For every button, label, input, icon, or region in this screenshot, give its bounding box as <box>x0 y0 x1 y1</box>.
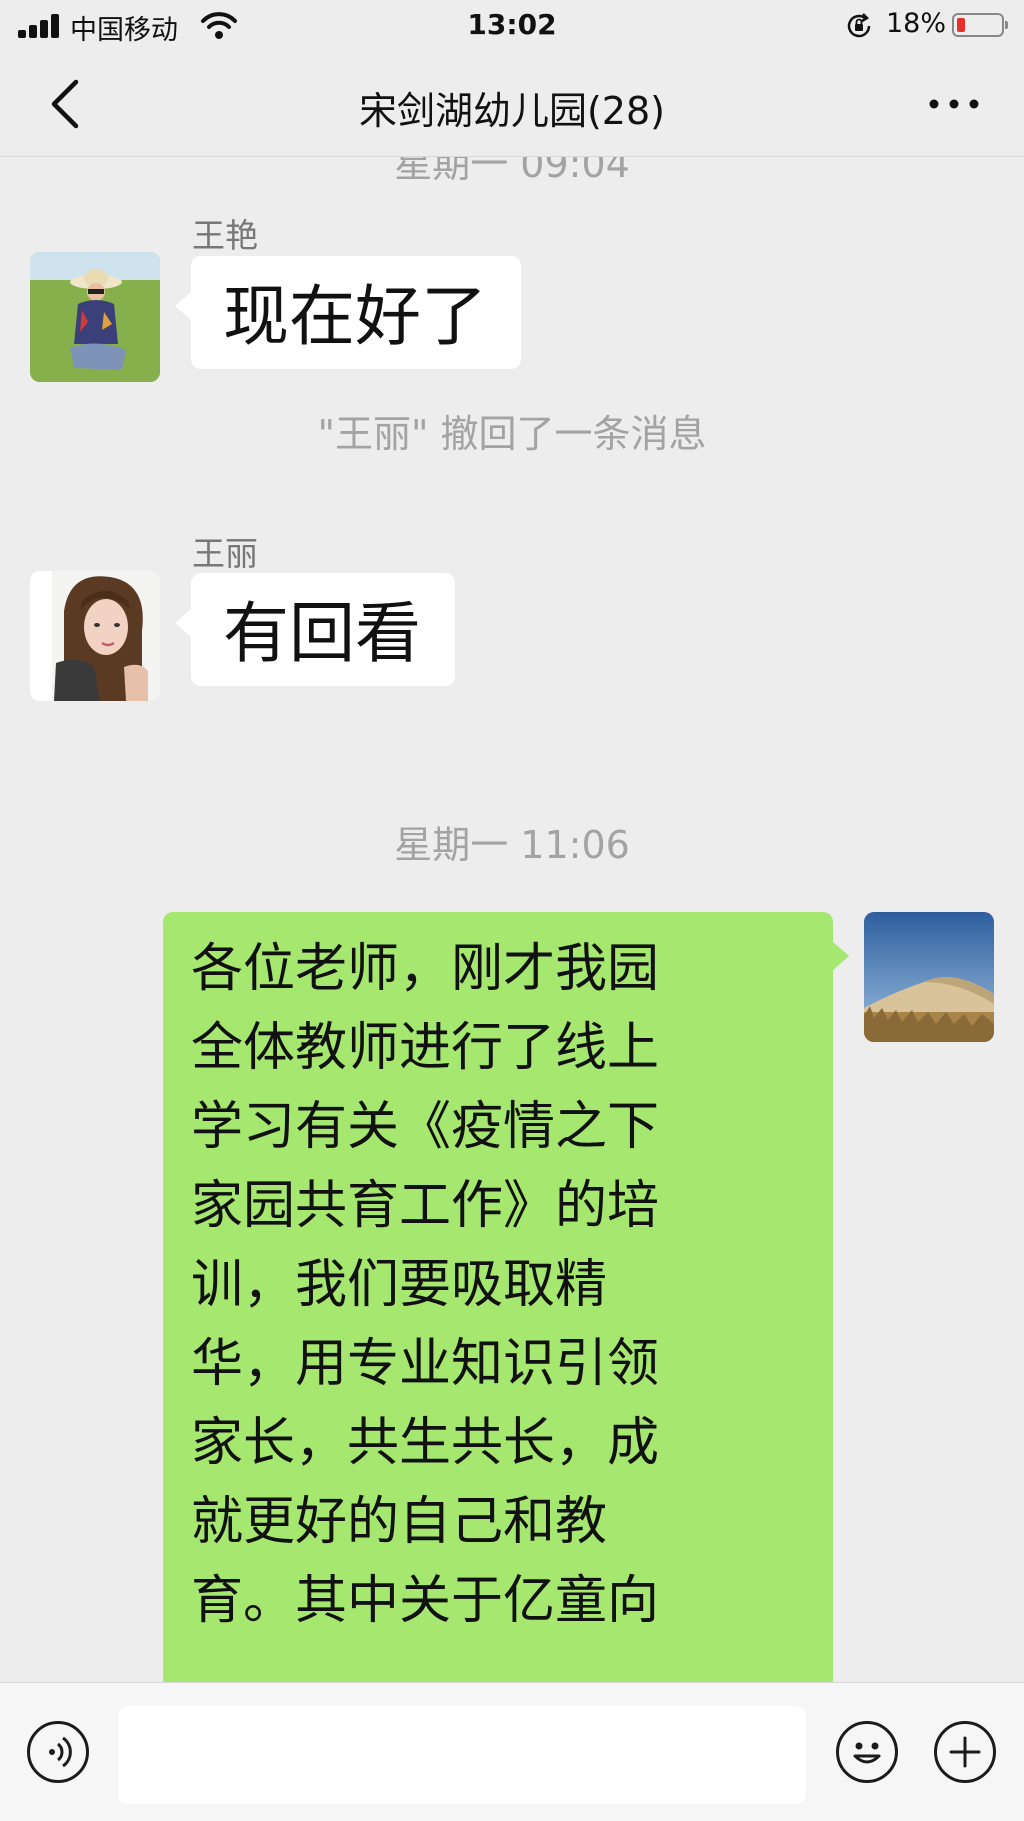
chat-header: 宋剑湖幼儿园(28) <box>0 52 1024 157</box>
battery-percent: 18% <box>886 8 947 39</box>
emoji-icon[interactable] <box>836 1721 898 1783</box>
message-line: 育。其中关于亿童向 <box>191 1571 660 1631</box>
message-line: 就更好的自己和教 <box>191 1492 608 1552</box>
rotation-lock-icon <box>847 13 871 38</box>
message-bubble[interactable]: 有回看 <box>175 573 455 686</box>
sender-name: 王艳 <box>192 216 258 255</box>
chat-title: 宋剑湖幼儿园(28) <box>358 89 665 133</box>
message-bubble[interactable]: 现在好了 <box>175 256 521 369</box>
timestamp: 星期一 09:04 <box>394 157 630 186</box>
my-message-bubble[interactable]: 各位老师，刚才我园 全体教师进行了线上 学习有关《疫情之下 家园共育工作》的培 … <box>163 912 849 1682</box>
message-line: 学习有关《疫情之下 <box>191 1097 660 1157</box>
message-line: 各位老师，刚才我园 <box>191 939 660 999</box>
input-bar <box>0 1682 1024 1821</box>
avatar[interactable] <box>30 252 160 382</box>
message-line: 家长，共生共长，成 <box>191 1413 660 1473</box>
voice-icon[interactable] <box>27 1721 89 1783</box>
battery-level <box>957 18 965 32</box>
message-line: 家园共育工作》的培 <box>191 1176 660 1236</box>
more-dots-icon[interactable] <box>924 86 984 122</box>
message-list[interactable]: 星期一 09:04 王艳 现在好了 "王丽" 撤回了一条消息 王丽 有回看 星期… <box>0 157 1024 1682</box>
timestamp: 星期一 11:06 <box>394 823 630 867</box>
message-line: 训，我们要吸取精 <box>191 1255 608 1315</box>
plus-icon[interactable] <box>934 1721 996 1783</box>
message-input[interactable] <box>118 1706 806 1804</box>
message-line: 全体教师进行了线上 <box>191 1018 660 1078</box>
sender-name: 王丽 <box>192 534 258 573</box>
battery-icon <box>952 13 1008 37</box>
recall-notice: "王丽" 撤回了一条消息 <box>317 412 707 456</box>
avatar[interactable] <box>30 571 160 701</box>
my-avatar[interactable] <box>864 912 994 1042</box>
message-line: 华，用专业知识引领 <box>191 1334 660 1394</box>
status-bar: 中国移动 13:02 18% <box>0 0 1024 52</box>
